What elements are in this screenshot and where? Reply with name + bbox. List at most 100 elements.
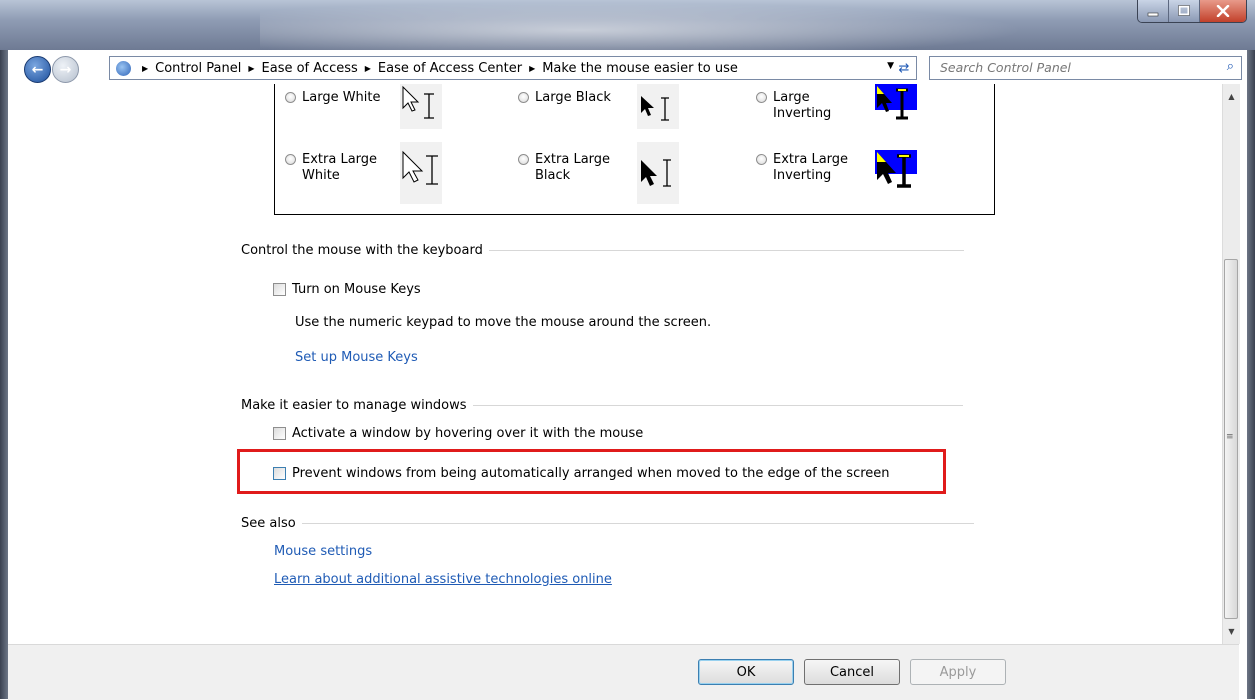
search-placeholder: Search Control Panel [940,60,1071,75]
prevent-arrange-label[interactable]: Prevent windows from being automatically… [292,466,890,481]
see-also-heading: See also [241,516,974,531]
scroll-down-icon[interactable]: ▼ [1223,623,1240,640]
section-divider [301,523,974,524]
breadcrumb: ▶ Control Panel ▶ Ease of Access ▶ Ease … [135,61,738,76]
forward-button[interactable]: → [52,56,79,83]
arrow-right-icon: → [59,61,72,78]
breadcrumb-arrow-icon[interactable]: ▶ [248,64,254,73]
breadcrumb-arrow-icon[interactable]: ▶ [529,64,535,73]
section-heading-text: Make it easier to manage windows [241,398,467,413]
radio-button[interactable] [285,154,296,165]
extra-large-black-cursor-preview [637,142,679,204]
back-button[interactable]: ← [24,56,51,83]
control-panel-icon [116,60,131,76]
breadcrumb-make-mouse-easier[interactable]: Make the mouse easier to use [542,61,738,76]
radio-label-line1: Extra Large [773,152,849,167]
radio-button[interactable] [756,154,767,165]
dialog-footer [8,644,1239,700]
apply-button[interactable]: Apply [910,659,1006,685]
mouse-settings-link[interactable]: Mouse settings [274,544,372,559]
radio-button[interactable] [756,92,767,103]
large-inverting-cursor-preview [875,84,917,129]
mouse-keys-description: Use the numeric keypad to move the mouse… [295,315,712,330]
radio-label-line2: White [302,168,340,183]
maximize-button[interactable] [1168,0,1199,22]
prevent-arrange-checkbox[interactable] [273,467,286,480]
mouse-keys-checkbox[interactable] [273,283,286,296]
minimize-icon [1147,12,1159,17]
white-pointer-icon [402,85,434,119]
grip-icon: ≡ [1226,432,1234,442]
hover-activate-checkbox-row[interactable]: Activate a window by hovering over it wi… [273,426,643,441]
inverting-pointer-icon [875,84,917,120]
recent-pages-dropdown[interactable]: ▼ [80,62,87,72]
title-bar[interactable] [0,0,1255,50]
radio-label: Large Inverting [773,90,831,122]
main-content: Large White Large Black Large Inverting … [8,84,1222,644]
radio-button[interactable] [285,92,296,103]
mouse-keys-checkbox-row[interactable]: Turn on Mouse Keys [273,282,421,297]
address-dropdown-icon[interactable]: ▼ [887,61,894,71]
radio-large-inverting[interactable]: Large Inverting [756,90,831,122]
close-button[interactable] [1199,0,1246,22]
radio-extra-large-black[interactable]: Extra Large Black [518,152,610,184]
keyboard-section-heading: Control the mouse with the keyboard [241,243,964,258]
breadcrumb-ease-of-access[interactable]: Ease of Access [262,61,358,76]
maximize-icon [1178,5,1190,16]
radio-label: Large White [302,90,381,106]
address-bar[interactable]: ▶ Control Panel ▶ Ease of Access ▶ Ease … [109,56,917,80]
ok-button[interactable]: OK [698,659,794,685]
search-icon[interactable]: ⌕ [1227,59,1234,74]
radio-label-line1: Large [773,90,810,105]
section-divider [472,405,963,406]
radio-label-line1: Large White [302,90,381,105]
close-icon [1216,5,1230,17]
scroll-up-icon[interactable]: ▲ [1223,88,1240,105]
radio-label: Large Black [535,90,611,106]
large-black-cursor-preview [637,84,679,129]
hover-activate-label[interactable]: Activate a window by hovering over it wi… [292,426,643,441]
radio-extra-large-white[interactable]: Extra Large White [285,152,377,184]
set-up-mouse-keys-link[interactable]: Set up Mouse Keys [295,350,418,365]
radio-extra-large-inverting[interactable]: Extra Large Inverting [756,152,848,184]
breadcrumb-arrow-icon: ▶ [142,63,149,73]
radio-label-line1: Extra Large [302,152,378,167]
extra-large-inverting-cursor-preview [875,142,917,204]
section-divider [488,250,964,251]
radio-label: Extra Large White [302,152,377,184]
radio-large-black[interactable]: Large Black [518,90,611,106]
radio-button[interactable] [518,154,529,165]
window-frame-left [0,0,8,699]
breadcrumb-ease-of-access-center[interactable]: Ease of Access Center [378,61,522,76]
windows-section-heading: Make it easier to manage windows [241,398,963,413]
extra-large-white-cursor-preview [400,142,442,204]
window-frame-right [1247,0,1255,699]
arrow-left-icon: ← [31,61,44,78]
white-pointer-icon [402,150,438,185]
radio-label-line2: Black [535,168,571,183]
radio-button[interactable] [518,92,529,103]
radio-label-line2: Inverting [773,168,832,183]
radio-large-white[interactable]: Large White [285,90,381,106]
minimize-button[interactable] [1138,0,1168,22]
title-bar-background [260,0,1060,50]
mouse-keys-label[interactable]: Turn on Mouse Keys [292,282,421,297]
cancel-button[interactable]: Cancel [804,659,900,685]
assistive-technologies-link[interactable]: Learn about additional assistive technol… [274,572,612,587]
black-pointer-icon [641,159,671,187]
radio-label: Extra Large Black [535,152,610,184]
hover-activate-checkbox[interactable] [273,427,286,440]
section-heading-text: Control the mouse with the keyboard [241,243,483,258]
section-heading-text: See also [241,516,296,531]
black-pointer-icon [641,96,669,121]
radio-label-line1: Extra Large [535,152,611,167]
window-controls [1137,0,1247,23]
vertical-scrollbar[interactable]: ▲ ≡ ▼ [1222,84,1240,644]
search-input[interactable]: Search Control Panel ⌕ [929,56,1242,80]
breadcrumb-arrow-icon[interactable]: ▶ [365,64,371,73]
prevent-arrange-checkbox-row[interactable]: Prevent windows from being automatically… [273,466,890,481]
large-white-cursor-preview [400,84,442,129]
breadcrumb-control-panel[interactable]: Control Panel [155,61,241,76]
refresh-icon[interactable]: ⇄ [895,59,913,77]
inverting-pointer-icon [875,150,917,188]
